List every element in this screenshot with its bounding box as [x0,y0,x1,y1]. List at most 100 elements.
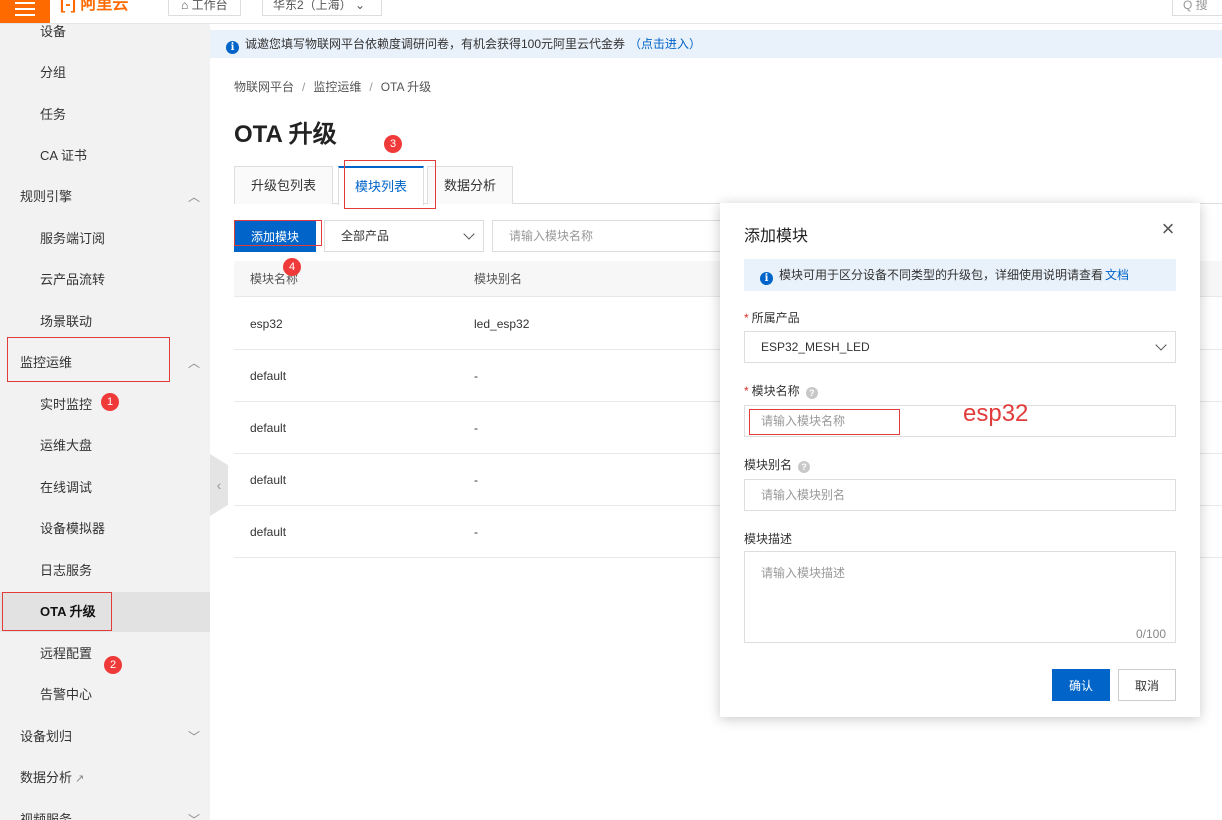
sidebar-item-label: 日志服务 [40,563,93,578]
sidebar-collapse-handle[interactable]: ‹ [210,454,228,516]
chevron-down-icon [463,228,475,240]
docs-link[interactable]: 文档 [1105,268,1129,282]
sidebar-group-device-assignment[interactable]: 设备划归 ﹀ [0,717,210,757]
aliyun-logo[interactable]: [-] 阿里云 [60,0,128,14]
product-filter-select[interactable]: 全部产品 [324,220,484,252]
module-desc-textarea[interactable] [744,551,1176,643]
sidebar-item-ca-cert[interactable]: CA 证书 [0,136,210,176]
sidebar-item-label: 设备 [40,24,67,39]
survey-notice: i 诚邀您填写物联网平台依赖度调研问卷，有机会获得100元阿里云代金券 （点击进入） [210,30,1222,58]
sidebar-item-label: 设备划归 [20,729,73,744]
tab-bar: 升级包列表 模块列表 数据分析 [234,166,1222,205]
add-module-dialog: 添加模块 × i 模块可用于区分设备不同类型的升级包，详细使用说明请查看 文档 * 所… [720,203,1200,717]
chevron-down-icon: ﹀ [187,813,200,820]
sidebar-item-device-simulator[interactable]: 设备模拟器 [0,509,210,549]
module-name-input[interactable] [744,405,1176,437]
required-marker: * [744,384,749,398]
cell-module-name: default [250,525,287,539]
sidebar-item-data-forwarding[interactable]: 云产品流转 [0,260,210,300]
sidebar-item-label: 告警中心 [40,687,93,702]
global-search[interactable]: Q 搜 [1172,0,1222,16]
info-icon: i [226,41,239,54]
sidebar-group-video-service[interactable]: 视频服务 ﹀ [0,800,210,820]
menu-icon[interactable] [0,0,50,23]
module-name-label: * 模块名称? [744,382,818,399]
breadcrumb-ota: OTA 升级 [380,80,432,94]
info-icon: i [760,272,773,285]
region-selector[interactable]: 华东2（上海） ⌄ [262,0,382,16]
module-alias-input[interactable] [744,479,1176,511]
chevron-up-icon: ︿ [187,356,200,370]
page-title: OTA 升级 [234,121,337,148]
tab-module-list[interactable]: 模块列表 [338,166,425,205]
sidebar-item-label: OTA 升级 [40,604,96,619]
product-label: * 所属产品 [744,309,800,326]
sidebar-item-ops-dashboard[interactable]: 运维大盘 [0,426,210,466]
sidebar-item-online-debug[interactable]: 在线调试 [0,468,210,508]
workbench-button[interactable]: ⌂ 工作台 [168,0,241,16]
chevron-up-icon: ︿ [187,190,200,204]
dialog-title: 添加模块 [744,228,809,245]
notice-link[interactable]: （点击进入） [629,37,701,51]
close-icon[interactable]: × [1158,218,1178,240]
module-desc-label: 模块描述 [744,532,793,546]
sidebar-item-label: 任务 [40,107,67,122]
help-icon[interactable]: ? [805,387,818,399]
sidebar-item-log-service[interactable]: 日志服务 [0,551,210,591]
sidebar-item-ota-upgrade[interactable]: OTA 升级 [0,592,210,632]
sidebar-item-label: 视频服务 [20,812,73,820]
sidebar-item-label: 设备模拟器 [40,521,106,536]
sidebar-item-tasks[interactable]: 任务 [0,95,210,135]
breadcrumb: 物联网平台 / 监控运维 / OTA 升级 [234,80,432,94]
cancel-button[interactable]: 取消 [1118,669,1176,701]
sidebar-item-label: 数据分析 [20,770,73,785]
dialog-tip-text: 模块可用于区分设备不同类型的升级包，详细使用说明请查看 [779,268,1104,282]
sidebar-item-label: 规则引擎 [20,189,73,204]
cell-module-name: default [250,421,287,435]
sidebar-group-data-analysis[interactable]: 数据分析 ↗ [0,758,210,798]
sidebar-item-label: CA 证书 [40,148,87,163]
sidebar-item-label: 实时监控 [40,397,93,412]
cell-module-alias: - [474,525,478,539]
module-name-search-input[interactable] [492,220,732,252]
sidebar-item-label: 在线调试 [40,480,93,495]
confirm-button[interactable]: 确认 [1052,669,1110,701]
breadcrumb-monitoring[interactable]: 监控运维 [313,80,361,94]
sidebar-item-remote-config[interactable]: 远程配置 [0,634,210,674]
product-select-value: ESP32_MESH_LED [761,340,870,354]
chevron-left-icon: ‹ [216,477,222,493]
cell-module-name: esp32 [250,317,283,331]
product-select[interactable]: ESP32_MESH_LED [744,331,1176,363]
sidebar-item-label: 分组 [40,65,67,80]
sidebar-item-server-subscription[interactable]: 服务端订阅 [0,219,210,259]
breadcrumb-iot-platform[interactable]: 物联网平台 [234,80,294,94]
column-module-name: 模块名称 [250,272,299,286]
tab-data-analysis[interactable]: 数据分析 [427,166,514,204]
sidebar-item-label: 远程配置 [40,646,93,661]
sidebar-item-label: 云产品流转 [40,272,106,287]
notice-text: 诚邀您填写物联网平台依赖度调研问卷，有机会获得100元阿里云代金券 [245,37,626,51]
chevron-down-icon [1155,339,1167,351]
add-module-button[interactable]: 添加模块 [234,220,316,252]
dialog-tip: i 模块可用于区分设备不同类型的升级包，详细使用说明请查看 文档 [744,259,1176,291]
column-module-alias: 模块别名 [474,272,523,286]
external-link-icon: ↗ [75,773,85,785]
sidebar-item-realtime-monitor[interactable]: 实时监控 [0,385,210,425]
sidebar-item-label: 服务端订阅 [40,231,106,246]
tab-package-list[interactable]: 升级包列表 [234,166,334,204]
required-marker: * [744,311,749,325]
sidebar-group-rule-engine[interactable]: 规则引擎 ︿ [0,177,210,217]
sidebar-item-alert-center[interactable]: 告警中心 [0,675,210,715]
module-alias-label-text: 模块别名 [744,458,793,472]
product-filter-value: 全部产品 [341,229,390,243]
sidebar-item-label: 场景联动 [40,314,93,329]
module-alias-label: 模块别名? [744,456,811,473]
sidebar-group-monitoring[interactable]: 监控运维 ︿ [0,343,210,383]
cell-module-alias: - [474,421,478,435]
sidebar-item-scene-linkage[interactable]: 场景联动 [0,302,210,342]
cell-module-alias: - [474,369,478,383]
sidebar-item-groups[interactable]: 分组 [0,53,210,93]
sidebar-item-devices[interactable]: 设备 [0,24,210,52]
cell-module-name: default [250,473,287,487]
help-icon[interactable]: ? [798,461,811,473]
